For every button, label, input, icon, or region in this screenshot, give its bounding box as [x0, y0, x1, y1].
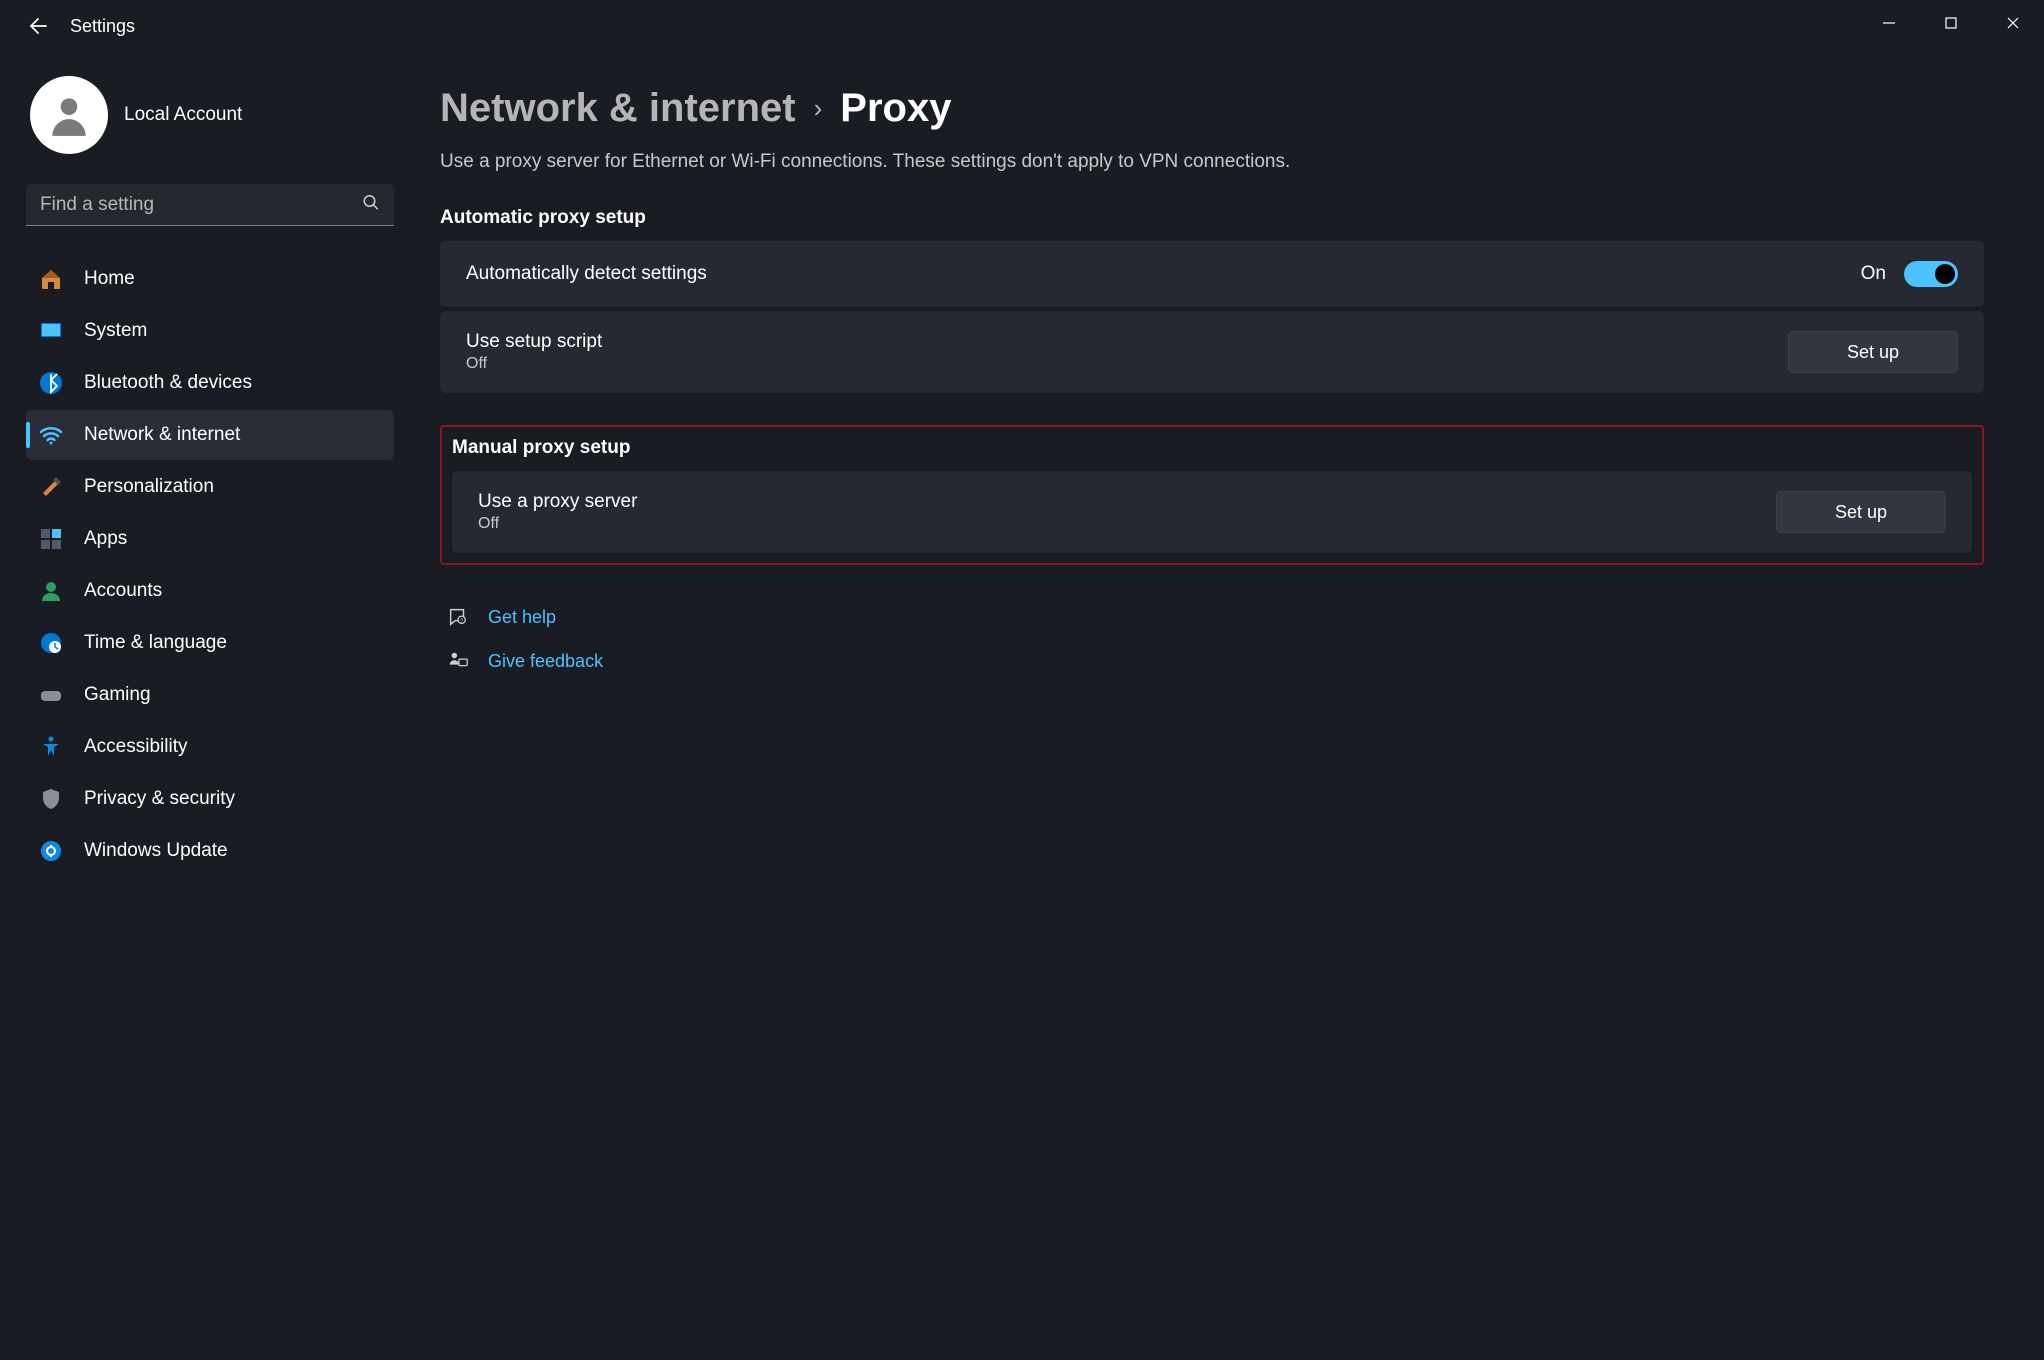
main-content: Network & internet › Proxy Use a proxy s… — [420, 46, 2044, 1360]
card-title: Automatically detect settings — [466, 263, 707, 285]
page-subtitle: Use a proxy server for Ethernet or Wi-Fi… — [440, 151, 1984, 173]
sidebar-item-system[interactable]: System — [26, 306, 394, 356]
sidebar-item-windows-update[interactable]: Windows Update — [26, 826, 394, 876]
avatar — [30, 76, 108, 154]
highlight-box: Manual proxy setup Use a proxy server Of… — [440, 425, 1984, 565]
chevron-right-icon: › — [814, 93, 823, 124]
paintbrush-icon — [38, 474, 64, 500]
sidebar-item-label: System — [84, 320, 147, 342]
sidebar-item-label: Personalization — [84, 476, 214, 498]
sidebar-item-label: Windows Update — [84, 840, 228, 862]
sidebar-item-label: Network & internet — [84, 424, 240, 446]
get-help-link[interactable]: ? Get help — [440, 595, 1984, 639]
button-label: Set up — [1835, 502, 1887, 523]
give-feedback-link[interactable]: Give feedback — [440, 639, 1984, 683]
section-label-auto: Automatic proxy setup — [440, 207, 1984, 229]
feedback-icon — [446, 649, 470, 673]
sidebar-item-label: Apps — [84, 528, 127, 550]
search-icon — [362, 194, 380, 217]
svg-text:?: ? — [460, 619, 463, 625]
wifi-icon — [38, 422, 64, 448]
card-setup-script: Use setup script Off Set up — [440, 311, 1984, 393]
link-label: Give feedback — [488, 651, 603, 672]
card-title: Use a proxy server — [478, 491, 637, 513]
breadcrumb: Network & internet › Proxy — [440, 86, 1984, 131]
apps-icon — [38, 526, 64, 552]
card-state: Off — [478, 515, 637, 533]
sidebar-item-label: Accounts — [84, 580, 162, 602]
help-icon: ? — [446, 605, 470, 629]
sidebar-item-gaming[interactable]: Gaming — [26, 670, 394, 720]
sidebar-item-accounts[interactable]: Accounts — [26, 566, 394, 616]
sidebar-item-label: Privacy & security — [84, 788, 235, 810]
home-icon — [38, 266, 64, 292]
button-label: Set up — [1847, 342, 1899, 363]
sidebar-item-time-language[interactable]: Time & language — [26, 618, 394, 668]
account-block[interactable]: Local Account — [26, 76, 394, 154]
sidebar-item-label: Home — [84, 268, 135, 290]
setup-script-button[interactable]: Set up — [1788, 331, 1958, 373]
sidebar-item-network[interactable]: Network & internet — [26, 410, 394, 460]
sidebar-item-label: Time & language — [84, 632, 227, 654]
breadcrumb-parent[interactable]: Network & internet — [440, 86, 796, 131]
card-title: Use setup script — [466, 331, 602, 353]
sidebar-item-label: Gaming — [84, 684, 151, 706]
bluetooth-icon — [38, 370, 64, 396]
accessibility-icon — [38, 734, 64, 760]
link-label: Get help — [488, 607, 556, 628]
manual-proxy-button[interactable]: Set up — [1776, 491, 1946, 533]
card-auto-detect: Automatically detect settings On — [440, 241, 1984, 307]
sidebar-item-privacy[interactable]: Privacy & security — [26, 774, 394, 824]
search-input[interactable] — [26, 184, 394, 226]
sidebar: Local Account Home System — [0, 46, 420, 1360]
account-name: Local Account — [124, 104, 242, 126]
sidebar-item-label: Accessibility — [84, 736, 187, 758]
shield-icon — [38, 786, 64, 812]
sidebar-item-accessibility[interactable]: Accessibility — [26, 722, 394, 772]
person-icon — [38, 578, 64, 604]
back-button[interactable] — [24, 14, 48, 38]
system-icon — [38, 318, 64, 344]
sidebar-item-personalization[interactable]: Personalization — [26, 462, 394, 512]
gamepad-icon — [38, 682, 64, 708]
breadcrumb-current: Proxy — [840, 86, 951, 131]
sidebar-item-label: Bluetooth & devices — [84, 372, 252, 394]
card-state: Off — [466, 355, 602, 373]
card-manual-proxy: Use a proxy server Off Set up — [452, 471, 1972, 553]
auto-detect-toggle[interactable] — [1904, 261, 1958, 287]
section-label-manual: Manual proxy setup — [452, 437, 1972, 459]
sidebar-item-apps[interactable]: Apps — [26, 514, 394, 564]
sidebar-item-bluetooth[interactable]: Bluetooth & devices — [26, 358, 394, 408]
update-icon — [38, 838, 64, 864]
toggle-label: On — [1861, 263, 1886, 285]
sidebar-item-home[interactable]: Home — [26, 254, 394, 304]
clock-globe-icon — [38, 630, 64, 656]
app-title: Settings — [70, 16, 135, 37]
